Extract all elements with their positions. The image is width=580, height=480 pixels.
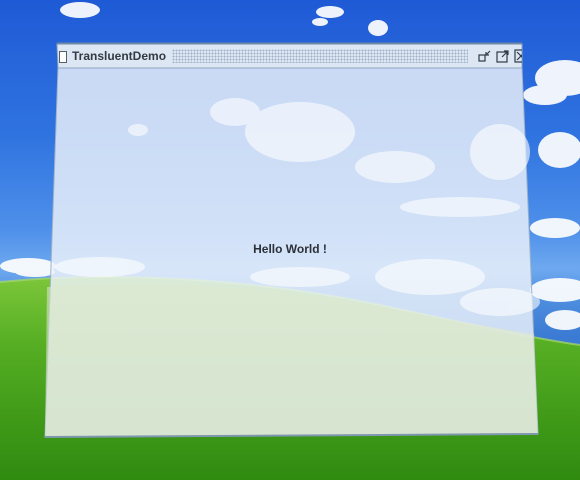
hello-world-label: Hello World ! [253,242,327,256]
desktop-background: TransluentDemo Hello World ! [0,0,580,480]
translucent-window[interactable]: TransluentDemo Hello World ! [40,42,540,440]
document-icon [59,50,67,63]
title-bar[interactable]: TransluentDemo [57,43,522,69]
window-title: TransluentDemo [72,49,167,63]
window-frame [44,42,540,438]
minimize-icon[interactable] [478,49,492,63]
maximize-icon[interactable] [496,49,510,63]
title-bar-grip[interactable] [172,49,468,63]
close-icon[interactable] [514,49,522,63]
